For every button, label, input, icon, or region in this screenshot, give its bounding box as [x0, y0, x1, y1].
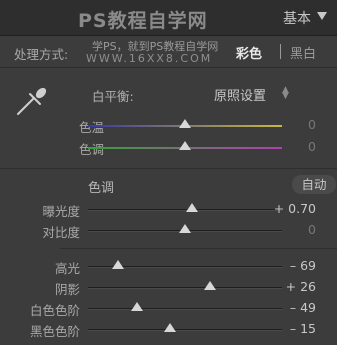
highlights-label: 高光 [54, 261, 80, 276]
auto-button[interactable]: 自动 [292, 175, 336, 194]
shadows-value[interactable]: + 26 [270, 279, 316, 294]
exposure-label: 曝光度 [42, 204, 80, 219]
exposure-value[interactable]: + 0.70 [270, 201, 316, 216]
white-balance-dropdown[interactable]: 原照设置 [214, 85, 266, 104]
updown-arrows-icon[interactable]: ▲ ▼ [282, 86, 289, 101]
treatment-separator [280, 44, 281, 59]
treatment-label: 处理方式: [14, 47, 69, 62]
highlights-slider-thumb[interactable] [112, 260, 125, 269]
watermark-line2: WWW.16XX8.COM [86, 52, 213, 65]
basic-panel: PS教程自学网 基本 处理方式: 学PS，就到PS教程自学网 WWW.16XX8… [0, 0, 337, 345]
blacks-slider-thumb[interactable] [164, 323, 177, 332]
blacks-label: 黑色色阶 [29, 324, 80, 339]
blacks-value[interactable]: – 15 [270, 321, 316, 336]
shadows-label: 阴影 [54, 282, 80, 297]
panel-title: 基本 [283, 11, 311, 27]
temp-value[interactable]: 0 [270, 117, 316, 132]
collapse-triangle-icon[interactable] [317, 12, 327, 20]
contrast-value[interactable]: 0 [270, 222, 316, 237]
section-divider [60, 248, 337, 249]
tone-section-label: 色调 [88, 181, 115, 196]
blacks-slider-track[interactable] [88, 329, 282, 331]
tint-value[interactable]: 0 [270, 139, 316, 154]
contrast-label: 对比度 [42, 225, 80, 240]
eyedropper-icon[interactable] [12, 84, 52, 118]
section-divider [0, 168, 337, 169]
treatment-row: 处理方式: 学PS，就到PS教程自学网 WWW.16XX8.COM 彩色 黑白 [0, 36, 337, 68]
temp-slider-thumb[interactable] [179, 119, 191, 128]
panel-header[interactable]: PS教程自学网 基本 [0, 0, 337, 36]
whites-value[interactable]: – 49 [270, 300, 316, 315]
treatment-color-option[interactable]: 彩色 [236, 43, 262, 62]
whites-label: 白色色阶 [29, 303, 80, 318]
treatment-bw-option[interactable]: 黑白 [290, 43, 316, 62]
shadows-slider-track[interactable] [88, 287, 282, 289]
highlights-value[interactable]: – 69 [270, 258, 316, 273]
contrast-slider-thumb[interactable] [179, 224, 191, 233]
exposure-slider-thumb[interactable] [185, 203, 198, 212]
shadows-slider-thumb[interactable] [204, 281, 217, 290]
white-balance-label: 白平衡: [92, 89, 134, 104]
whites-slider-thumb[interactable] [131, 302, 144, 311]
tint-slider-thumb[interactable] [179, 141, 191, 150]
watermark-title: PS教程自学网 [78, 10, 208, 32]
whites-slider-track[interactable] [88, 308, 282, 310]
